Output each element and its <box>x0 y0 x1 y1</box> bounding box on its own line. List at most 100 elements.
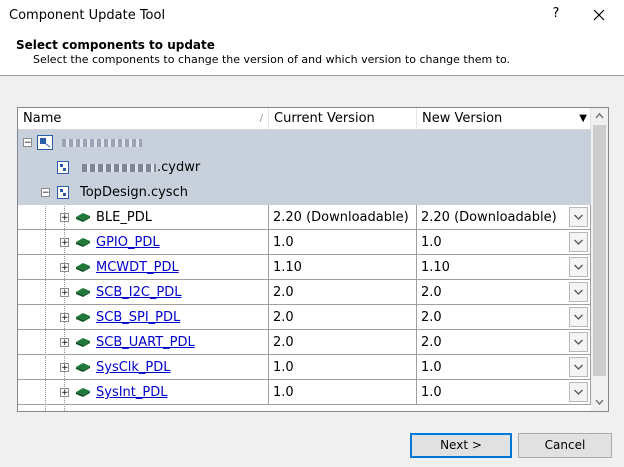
name-cell: + SysInt_PDL <box>18 380 269 405</box>
dropdown-button[interactable] <box>569 282 588 302</box>
component-name[interactable]: SCB_UART_PDL <box>96 330 195 355</box>
component-chip-icon <box>76 313 90 322</box>
expand-icon[interactable]: + <box>60 238 69 248</box>
sort-icon: / <box>259 113 263 124</box>
redacted-file-name <box>82 164 156 172</box>
dropdown-button[interactable] <box>569 357 588 377</box>
new-version-value: 2.0 <box>421 335 442 350</box>
chevron-down-icon <box>574 339 583 345</box>
new-version-select[interactable]: 2.0 <box>417 330 591 355</box>
column-filter-icon[interactable]: ▼ <box>579 108 587 130</box>
name-cell: + SCB_SPI_PDL <box>18 305 269 330</box>
current-version-cell: 2.20 (Downloadable) <box>269 205 417 230</box>
chevron-down-icon <box>574 264 583 270</box>
table-row[interactable]: + BLE_PDL 2.20 (Downloadable) 2.20 (Downloa… <box>18 205 591 230</box>
chevron-down-icon <box>574 289 583 295</box>
new-version-select[interactable]: 2.0 <box>417 280 591 305</box>
scroll-up-icon[interactable] <box>595 112 604 120</box>
table-row[interactable]: + SCB_I2C_PDL 2.0 2.0 <box>18 280 591 305</box>
component-name[interactable]: SysInt_PDL <box>96 380 167 405</box>
column-header-new-version[interactable]: New Version ▼ <box>417 108 591 130</box>
expand-icon[interactable]: + <box>60 363 69 373</box>
schematic-icon <box>57 186 69 199</box>
current-version-cell: 1.0 <box>269 355 417 380</box>
dropdown-button[interactable] <box>569 257 588 277</box>
schematic-icon <box>57 161 69 174</box>
component-chip-icon <box>76 338 90 347</box>
name-cell: + SysClk_PDL <box>18 355 269 380</box>
name-cell: + SCB_UART_PDL <box>18 330 269 355</box>
new-version-select[interactable]: 1.10 <box>417 255 591 280</box>
next-button[interactable]: Next > <box>410 433 512 458</box>
topdesign-file-name: TopDesign.cysch <box>80 185 188 200</box>
column-header-current-version[interactable]: Current Version <box>269 108 417 130</box>
cancel-button[interactable]: Cancel <box>518 433 612 458</box>
new-version-select[interactable]: 1.0 <box>417 230 591 255</box>
table-row[interactable]: + MCWDT_PDL 1.10 1.10 <box>18 255 591 280</box>
dropdown-button[interactable] <box>569 207 588 227</box>
expand-icon[interactable]: + <box>60 338 69 348</box>
cydwr-file-name: .cydwr <box>157 160 201 175</box>
column-header-name[interactable]: Name / <box>18 108 269 130</box>
name-cell: + SCB_I2C_PDL <box>18 280 269 305</box>
component-name[interactable]: SCB_SPI_PDL <box>96 305 180 330</box>
header-panel: Select components to update Select the c… <box>0 32 624 76</box>
component-name[interactable]: SysClk_PDL <box>96 355 171 380</box>
expand-icon[interactable]: + <box>60 263 69 273</box>
current-version-cell: 2.0 <box>269 330 417 355</box>
component-name[interactable]: SCB_I2C_PDL <box>96 280 182 305</box>
name-cell: + GPIO_PDL <box>18 230 269 255</box>
expand-icon[interactable]: + <box>60 288 69 298</box>
project-icon <box>37 135 53 150</box>
table-row[interactable]: + GPIO_PDL 1.0 1.0 <box>18 230 591 255</box>
component-chip-icon <box>76 288 90 297</box>
dropdown-button[interactable] <box>569 232 588 252</box>
current-version-cell: 1.10 <box>269 255 417 280</box>
topdesign-row[interactable]: − TopDesign.cysch <box>18 180 591 205</box>
title-bar: Component Update Tool ? <box>0 0 624 32</box>
new-version-select[interactable]: 1.0 <box>417 380 591 405</box>
close-icon[interactable] <box>588 4 610 26</box>
dropdown-button[interactable] <box>569 332 588 352</box>
cydwr-row[interactable]: .cydwr <box>18 155 591 180</box>
vertical-scrollbar[interactable] <box>591 108 608 411</box>
header-subtitle: Select the components to change the vers… <box>33 53 511 66</box>
scroll-down-icon[interactable] <box>595 398 604 406</box>
table-row[interactable]: + SCB_UART_PDL 2.0 2.0 <box>18 330 591 355</box>
help-button[interactable]: ? <box>548 6 564 21</box>
dropdown-button[interactable] <box>569 382 588 402</box>
component-chip-icon <box>76 263 90 272</box>
scrollbar-thumb[interactable] <box>593 125 606 376</box>
current-version-cell: 1.0 <box>269 380 417 405</box>
new-version-select[interactable]: 2.0 <box>417 305 591 330</box>
expand-icon[interactable]: + <box>60 313 69 323</box>
current-version-cell: 1.0 <box>269 230 417 255</box>
component-name[interactable]: GPIO_PDL <box>96 230 160 255</box>
table-row[interactable]: + SysInt_PDL 1.0 1.0 <box>18 380 591 405</box>
chevron-down-icon <box>574 314 583 320</box>
component-name: BLE_PDL <box>96 210 152 225</box>
new-version-select[interactable]: 1.0 <box>417 355 591 380</box>
redacted-project-name <box>62 139 142 147</box>
new-version-value: 1.0 <box>421 385 442 400</box>
new-version-value: 2.0 <box>421 310 442 325</box>
expand-icon[interactable]: + <box>60 213 69 223</box>
current-version-cell: 2.0 <box>269 280 417 305</box>
component-chip-icon <box>76 238 90 247</box>
dropdown-button[interactable] <box>569 307 588 327</box>
column-header-name-label: Name <box>23 111 62 126</box>
new-version-value: 1.0 <box>421 360 442 375</box>
table-row[interactable]: + SCB_SPI_PDL 2.0 2.0 <box>18 305 591 330</box>
collapse-icon[interactable]: − <box>41 188 50 198</box>
table-row[interactable]: + SysClk_PDL 1.0 1.0 <box>18 355 591 380</box>
component-name[interactable]: MCWDT_PDL <box>96 255 179 280</box>
collapse-icon[interactable]: − <box>23 138 32 148</box>
expand-icon[interactable]: + <box>60 388 69 398</box>
new-version-select[interactable]: 2.20 (Downloadable) <box>417 205 591 230</box>
components-grid[interactable]: Name / Current Version New Version ▼ − .… <box>17 107 609 412</box>
name-cell: + BLE_PDL <box>18 205 269 230</box>
project-row[interactable]: − <box>18 130 591 155</box>
component-chip-icon <box>76 363 90 372</box>
current-version-cell: 2.0 <box>269 305 417 330</box>
chevron-down-icon <box>574 389 583 395</box>
